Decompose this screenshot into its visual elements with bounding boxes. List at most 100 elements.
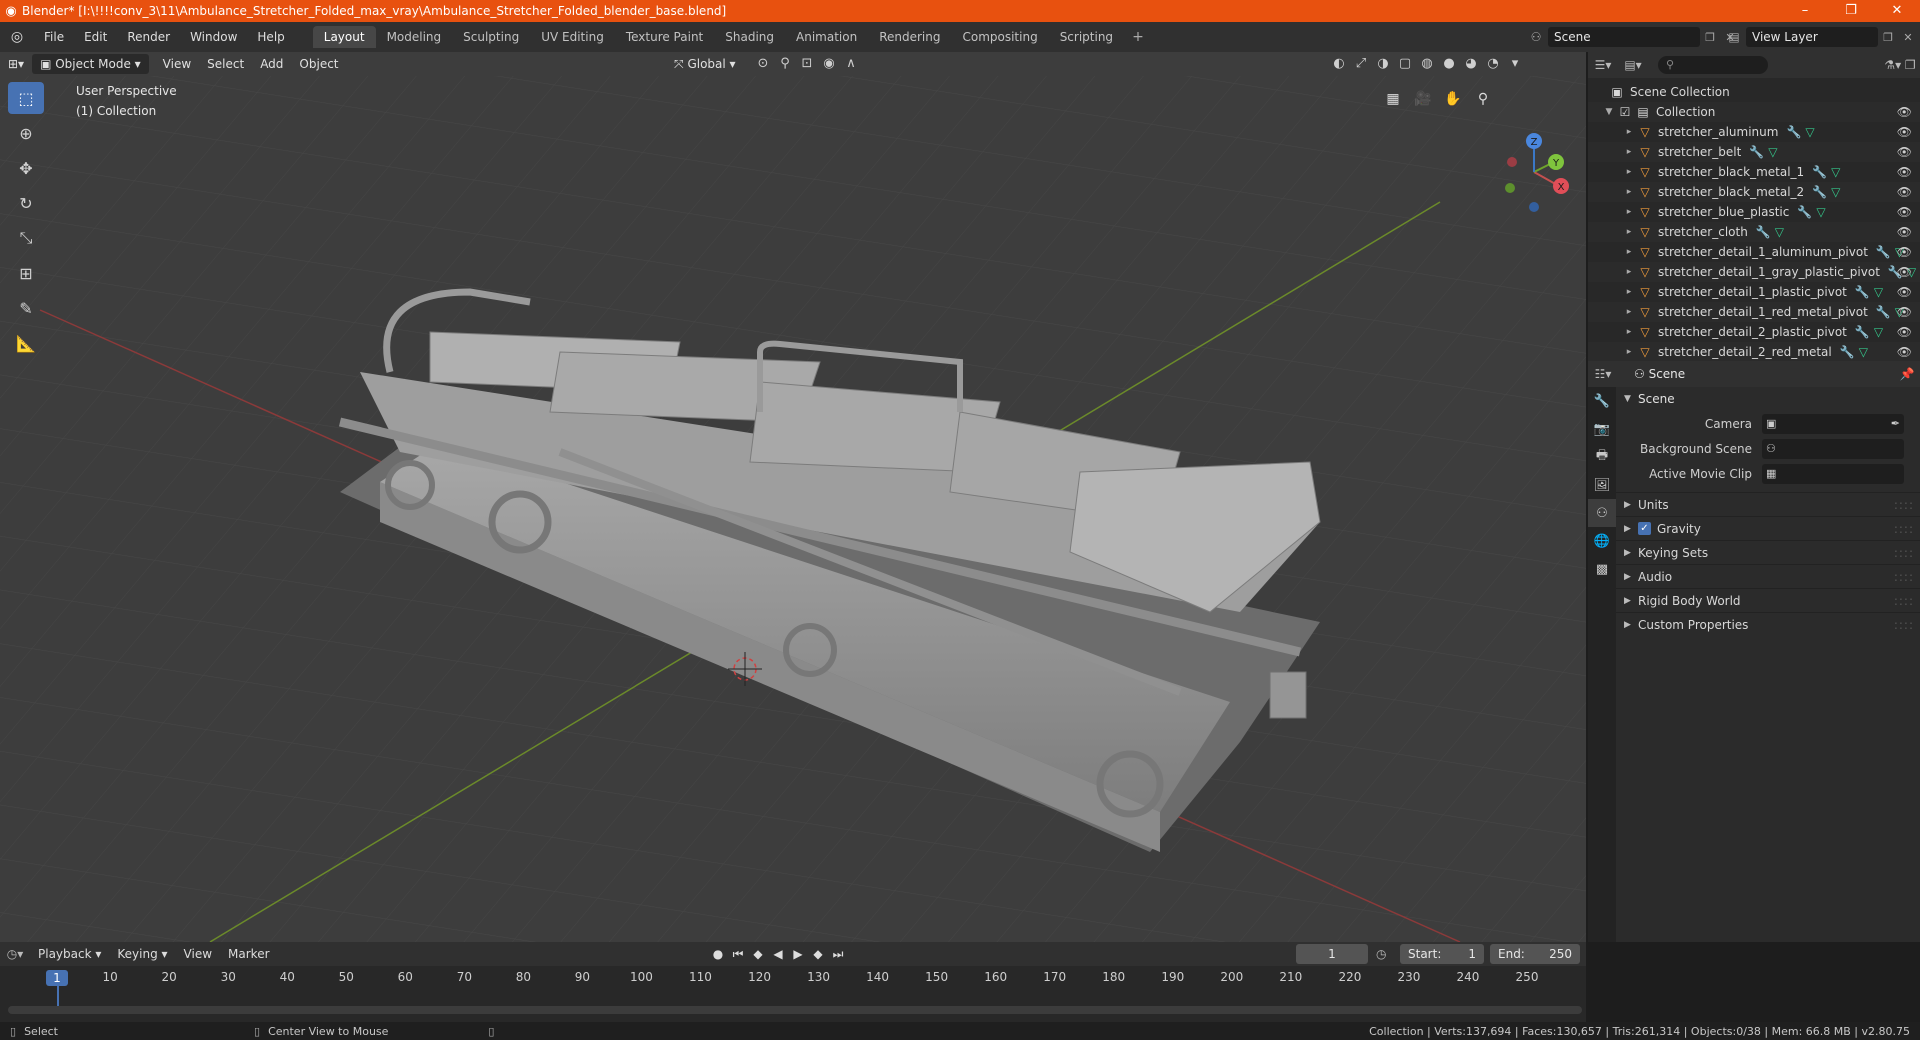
- start-frame-field[interactable]: Start: 1: [1400, 944, 1484, 964]
- filter-icon[interactable]: ⚗▾ ❐: [1880, 58, 1920, 72]
- background-scene-field[interactable]: ⚇: [1762, 438, 1904, 459]
- scene-panel-title[interactable]: ▼ Scene: [1616, 387, 1920, 411]
- close-window-button[interactable]: ✕: [1874, 0, 1920, 22]
- menu-marker[interactable]: Marker: [220, 947, 277, 961]
- remove-view-layer-icon[interactable]: ✕: [1898, 31, 1918, 44]
- expand-arrow-icon[interactable]: ▸: [1622, 207, 1636, 217]
- tab-scripting[interactable]: Scripting: [1049, 26, 1124, 48]
- texture-tab-icon[interactable]: ▩: [1588, 555, 1616, 583]
- menu-add[interactable]: Add: [252, 54, 291, 74]
- menu-timeline-view[interactable]: View: [176, 947, 220, 961]
- mode-dropdown[interactable]: ▣ Object Mode ▾: [32, 54, 149, 74]
- tab-layout[interactable]: Layout: [312, 26, 376, 48]
- blender-menu-icon[interactable]: ◎: [0, 29, 34, 45]
- visibility-eye-icon[interactable]: 👁: [1897, 285, 1912, 299]
- record-icon[interactable]: ●: [708, 944, 728, 964]
- outliner-object-item[interactable]: ▸ ▽ stretcher_detail_1_gray_plastic_pivot 🔧…: [1588, 262, 1920, 282]
- visibility-eye-icon[interactable]: 👁: [1897, 165, 1912, 179]
- overlay-toggle-icon[interactable]: ◑: [1372, 54, 1394, 74]
- current-frame-field[interactable]: 1: [1296, 944, 1368, 964]
- menu-object[interactable]: Object: [291, 54, 346, 74]
- expand-arrow-icon[interactable]: ▸: [1622, 187, 1636, 197]
- viewport-scene[interactable]: X Y Z: [0, 52, 1586, 942]
- visibility-eye-icon[interactable]: 👁: [1897, 205, 1912, 219]
- render-tab-icon[interactable]: 📷: [1588, 415, 1616, 443]
- grid-view-icon[interactable]: ▦: [1380, 86, 1406, 112]
- keying-sets-section[interactable]: ▶ Keying Sets::::: [1616, 540, 1920, 564]
- outliner-object-item[interactable]: ▸ ▽ stretcher_black_metal_2 🔧 ▽ 👁: [1588, 182, 1920, 202]
- outliner-object-item[interactable]: ▸ ▽ stretcher_cloth 🔧 ▽ 👁: [1588, 222, 1920, 242]
- view-layer-icon[interactable]: ▤: [1722, 30, 1746, 44]
- visibility-eye-icon[interactable]: 👁: [1897, 305, 1912, 319]
- cursor-tool-icon[interactable]: ⊕: [8, 117, 44, 149]
- zoom-view-icon[interactable]: ⚲: [1470, 86, 1496, 112]
- tab-modeling[interactable]: Modeling: [376, 26, 453, 48]
- menu-file[interactable]: File: [34, 22, 74, 52]
- timeline-editor-type-icon[interactable]: ◷▾: [0, 947, 30, 961]
- menu-view[interactable]: View: [155, 54, 199, 74]
- output-tab-icon[interactable]: 🖶: [1588, 443, 1616, 471]
- custom-properties-section[interactable]: ▶ Custom Properties::::: [1616, 612, 1920, 636]
- outliner-collection[interactable]: ▼ ☑ ▤ Collection 👁: [1588, 102, 1920, 122]
- add-workspace-icon[interactable]: +: [1124, 29, 1152, 45]
- proportional-edit-icon[interactable]: ◉: [818, 54, 840, 74]
- visibility-eye-icon[interactable]: 👁: [1897, 245, 1912, 259]
- outliner-search-input[interactable]: ⚲: [1658, 56, 1768, 74]
- collection-checkbox[interactable]: ☑: [1616, 105, 1634, 119]
- camera-field[interactable]: ▣ ✒: [1762, 413, 1904, 434]
- view-layer-tab-icon[interactable]: 🖼: [1588, 471, 1616, 499]
- outliner-object-item[interactable]: ▸ ▽ stretcher_detail_2_plastic_pivot 🔧 ▽ 👁: [1588, 322, 1920, 342]
- outliner-object-item[interactable]: ▸ ▽ stretcher_blue_plastic 🔧 ▽ 👁: [1588, 202, 1920, 222]
- tab-animation[interactable]: Animation: [785, 26, 868, 48]
- expand-arrow-icon[interactable]: ▸: [1622, 247, 1636, 257]
- outliner-object-item[interactable]: ▸ ▽ stretcher_aluminum 🔧 ▽ 👁: [1588, 122, 1920, 142]
- visibility-eye-icon[interactable]: 👁: [1897, 125, 1912, 139]
- tab-uv-editing[interactable]: UV Editing: [530, 26, 615, 48]
- outliner-object-item[interactable]: ▸ ▽ stretcher_belt 🔧 ▽ 👁: [1588, 142, 1920, 162]
- duplicate-view-layer-icon[interactable]: ❐: [1878, 31, 1898, 44]
- visibility-eye-icon[interactable]: 👁: [1897, 105, 1912, 119]
- visibility-eye-icon[interactable]: 👁: [1897, 265, 1912, 279]
- 3d-viewport[interactable]: X Y Z ⊞▾ ▣ Object Mode ▾ View Select Add…: [0, 52, 1586, 942]
- tab-sculpting[interactable]: Sculpting: [452, 26, 530, 48]
- menu-window[interactable]: Window: [180, 22, 247, 52]
- rotate-tool-icon[interactable]: ↻: [8, 187, 44, 219]
- expand-arrow-icon[interactable]: ▸: [1622, 147, 1636, 157]
- expand-arrow-icon[interactable]: ▸: [1622, 127, 1636, 137]
- menu-select[interactable]: Select: [199, 54, 252, 74]
- expand-arrow-icon[interactable]: ▸: [1622, 267, 1636, 277]
- visibility-eye-icon[interactable]: 👁: [1897, 345, 1912, 359]
- pin-icon[interactable]: 📌: [1894, 367, 1920, 381]
- expand-arrow-icon[interactable]: ▸: [1622, 287, 1636, 297]
- next-keyframe-icon[interactable]: ◆: [808, 944, 828, 964]
- solid-shading-icon[interactable]: ●: [1438, 54, 1460, 74]
- outliner-scene-collection[interactable]: ▣ Scene Collection: [1588, 82, 1920, 102]
- editor-type-icon[interactable]: ⊞▾: [0, 54, 32, 74]
- scale-tool-icon[interactable]: ⤡: [8, 222, 44, 254]
- rendered-shading-icon[interactable]: ◔: [1482, 54, 1504, 74]
- minimize-button[interactable]: –: [1782, 0, 1828, 22]
- tab-compositing[interactable]: Compositing: [951, 26, 1048, 48]
- rigid-body-world-section[interactable]: ▶ Rigid Body World::::: [1616, 588, 1920, 612]
- frame-ruler[interactable]: 1 10 20 30 40 50 60 70 80 90 100 110 120 130 140 150 160…: [0, 966, 1586, 1008]
- snap-toggle-icon[interactable]: ⚲: [774, 54, 796, 74]
- outliner-editor-type-icon[interactable]: ☰▾: [1588, 58, 1618, 72]
- expand-arrow-icon[interactable]: ▼: [1602, 107, 1616, 117]
- outliner-object-item[interactable]: ▸ ▽ stretcher_detail_1_aluminum_pivot 🔧 ▽ 👁: [1588, 242, 1920, 262]
- shading-options-icon[interactable]: ▾: [1504, 54, 1526, 74]
- menu-keying[interactable]: Keying ▾: [109, 947, 175, 961]
- move-tool-icon[interactable]: ✥: [8, 152, 44, 184]
- material-shading-icon[interactable]: ◕: [1460, 54, 1482, 74]
- visibility-eye-icon[interactable]: 👁: [1897, 225, 1912, 239]
- scene-name-field[interactable]: Scene: [1548, 27, 1700, 47]
- duplicate-scene-icon[interactable]: ❐: [1700, 31, 1720, 44]
- expand-arrow-icon[interactable]: ▸: [1622, 227, 1636, 237]
- visibility-eye-icon[interactable]: 👁: [1897, 325, 1912, 339]
- measure-tool-icon[interactable]: 📐: [8, 327, 44, 359]
- tool-tab-icon[interactable]: 🔧: [1588, 387, 1616, 415]
- camera-view-icon[interactable]: 🎥: [1410, 86, 1436, 112]
- clock-icon[interactable]: ◷: [1376, 944, 1386, 964]
- expand-arrow-icon[interactable]: ▸: [1622, 167, 1636, 177]
- visibility-eye-icon[interactable]: 👁: [1897, 145, 1912, 159]
- outliner-object-item[interactable]: ▸ ▽ stretcher_detail_1_plastic_pivot 🔧 ▽ 👁: [1588, 282, 1920, 302]
